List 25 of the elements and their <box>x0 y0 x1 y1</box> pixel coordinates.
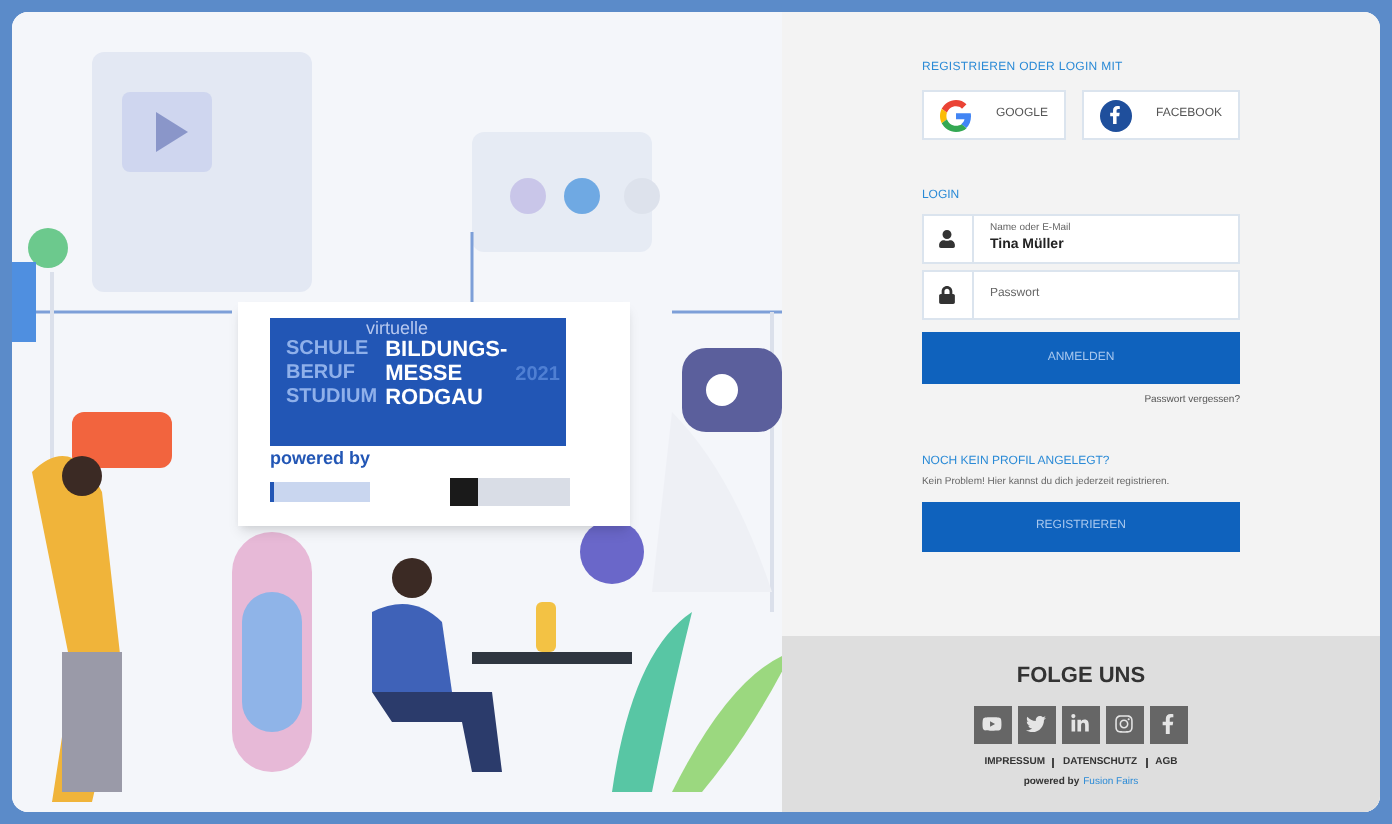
logo-title-line: MESSE <box>385 362 465 386</box>
youtube-icon <box>982 714 1003 734</box>
lock-icon <box>938 286 957 304</box>
partner-logo <box>270 482 370 502</box>
partner-logo <box>450 478 570 506</box>
facebook-link[interactable] <box>1149 705 1188 743</box>
logo-title-line: RODGAU <box>385 386 485 410</box>
instagram-icon <box>1114 714 1135 734</box>
facebook-icon <box>1099 99 1132 131</box>
footer-heading: FOLGE UNS <box>1016 662 1146 692</box>
logo-overline: virtuelle <box>366 318 429 338</box>
logo-title-line: BILDUNGS- <box>385 338 508 362</box>
user-icon <box>938 230 957 248</box>
youtube-link[interactable] <box>973 705 1012 743</box>
google-icon <box>939 99 972 131</box>
logo-background-word: SCHULE <box>286 338 371 362</box>
twitter-icon <box>1026 714 1047 734</box>
logo-background-word: STUDIUM <box>286 386 378 410</box>
powered-by-label: powered by <box>270 446 373 470</box>
facebook-icon <box>1158 714 1179 734</box>
twitter-link[interactable] <box>1017 705 1056 743</box>
linkedin-icon <box>1070 714 1091 734</box>
instagram-link[interactable] <box>1105 705 1144 743</box>
logo-background-word: BERUF <box>286 362 357 386</box>
linkedin-link[interactable] <box>1061 705 1100 743</box>
